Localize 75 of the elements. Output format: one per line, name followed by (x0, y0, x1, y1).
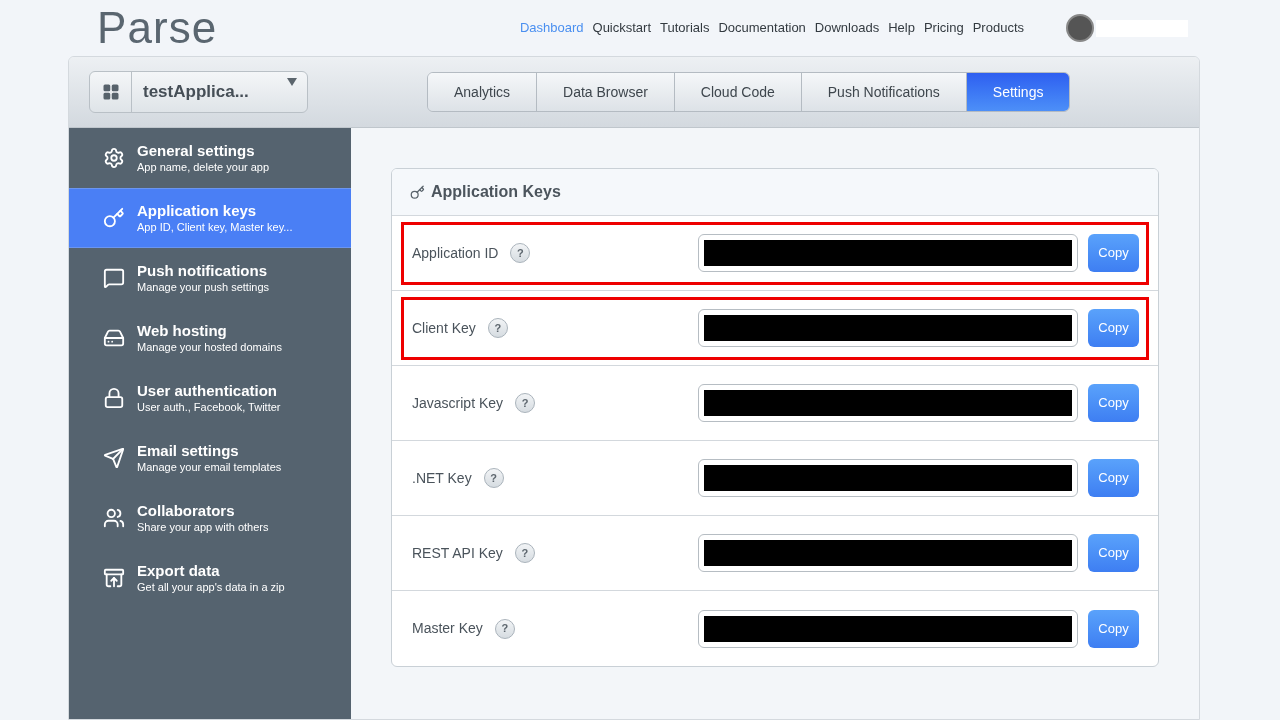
help-icon[interactable]: ? (483, 468, 504, 488)
item-subtitle: App name, delete your app (137, 160, 270, 175)
key-icon (103, 207, 125, 229)
logo: Parse (97, 6, 218, 50)
sidebar-item[interactable]: Email settings Manage your email templates (69, 428, 351, 488)
item-title: Collaborators (137, 501, 236, 521)
lock-icon (103, 387, 125, 409)
item-title: Push notifications (137, 261, 268, 281)
item-title: Email settings (137, 441, 240, 461)
key-label: Client Key (412, 318, 476, 338)
help-icon[interactable]: ? (515, 393, 536, 413)
key-field[interactable] (698, 609, 1078, 648)
app-selector[interactable]: testApplica... (89, 71, 308, 113)
copy-button[interactable]: Copy (1088, 384, 1139, 422)
drive-icon (103, 327, 125, 349)
sidebar-item[interactable]: Web hosting Manage your hosted domains (69, 308, 351, 368)
item-subtitle: Manage your hosted domains (137, 340, 282, 355)
key-field[interactable] (698, 309, 1078, 347)
help-icon[interactable]: ? (487, 318, 508, 338)
item-subtitle: Share your app with others (137, 520, 269, 535)
item-subtitle: Manage your push settings (137, 280, 270, 295)
item-subtitle: User auth., Facebook, Twitter (137, 400, 281, 415)
settings-icon (103, 147, 125, 169)
paper-plane-icon (103, 447, 125, 469)
item-title: General settings (137, 141, 256, 161)
key-field[interactable] (698, 234, 1078, 272)
panel-title: Application Keys (431, 182, 561, 202)
grid-icon (101, 83, 120, 101)
key-label: Master Key (412, 619, 483, 638)
help-icon[interactable]: ? (494, 618, 515, 639)
item-subtitle: Get all your app's data in a zip (137, 580, 285, 595)
item-title: Web hosting (137, 321, 228, 341)
sidebar-item[interactable]: Collaborators Share your app with others (69, 488, 351, 548)
item-subtitle: App ID, Client key, Master key... (137, 220, 293, 235)
speech-bubble-icon (103, 267, 125, 289)
people-icon (103, 507, 125, 529)
key-label: REST API Key (412, 543, 503, 563)
help-icon[interactable]: ? (514, 543, 535, 563)
key-label: Javascript Key (412, 393, 504, 413)
nav-link[interactable]: Pricing (923, 18, 964, 38)
item-title: Application keys (137, 201, 258, 221)
nav-link[interactable]: Help (888, 18, 915, 38)
sidebar-item[interactable]: Push notifications Manage your push settings (69, 248, 351, 308)
copy-button[interactable]: Copy (1088, 609, 1139, 648)
tab[interactable]: Cloud Code (673, 73, 801, 111)
avatar-icon[interactable] (1066, 14, 1094, 42)
tab[interactable]: Data Browser (536, 73, 674, 111)
key-field[interactable] (698, 384, 1078, 422)
nav-link[interactable]: Tutorials (660, 18, 710, 38)
copy-button[interactable]: Copy (1088, 534, 1139, 572)
sidebar-item[interactable]: General settings App name, delete your app (69, 128, 351, 188)
help-icon[interactable]: ? (510, 243, 531, 263)
tab[interactable]: Settings (965, 73, 1070, 111)
item-title: User authentication (137, 381, 279, 401)
copy-button[interactable]: Copy (1088, 459, 1139, 497)
tab[interactable]: Analytics (428, 73, 537, 111)
key-label: .NET Key (412, 468, 472, 488)
key-label: Application ID (412, 243, 499, 263)
sidebar-item[interactable]: Application keys App ID, Client key, Master key... (69, 188, 351, 248)
nav-link[interactable]: Products (972, 18, 1024, 38)
copy-button[interactable]: Copy (1088, 309, 1139, 347)
item-subtitle: Manage your email templates (137, 460, 282, 475)
key-field[interactable] (698, 534, 1078, 572)
inbox-icon (103, 567, 125, 589)
key-field[interactable] (698, 459, 1078, 497)
item-title: Export data (137, 561, 221, 581)
copy-button[interactable]: Copy (1088, 234, 1139, 272)
nav-link[interactable]: Documentation (718, 18, 806, 38)
sidebar-item[interactable]: User authentication User auth., Facebook, Twitter (69, 368, 351, 428)
tab[interactable]: Push Notifications (800, 73, 966, 111)
caret-icon (287, 78, 297, 86)
nav-link[interactable]: Quickstart (592, 18, 652, 38)
sidebar-item[interactable]: Export data Get all your app's data in a zip (69, 548, 351, 608)
key-icon (410, 184, 425, 200)
nav-link[interactable]: Downloads (814, 18, 880, 38)
